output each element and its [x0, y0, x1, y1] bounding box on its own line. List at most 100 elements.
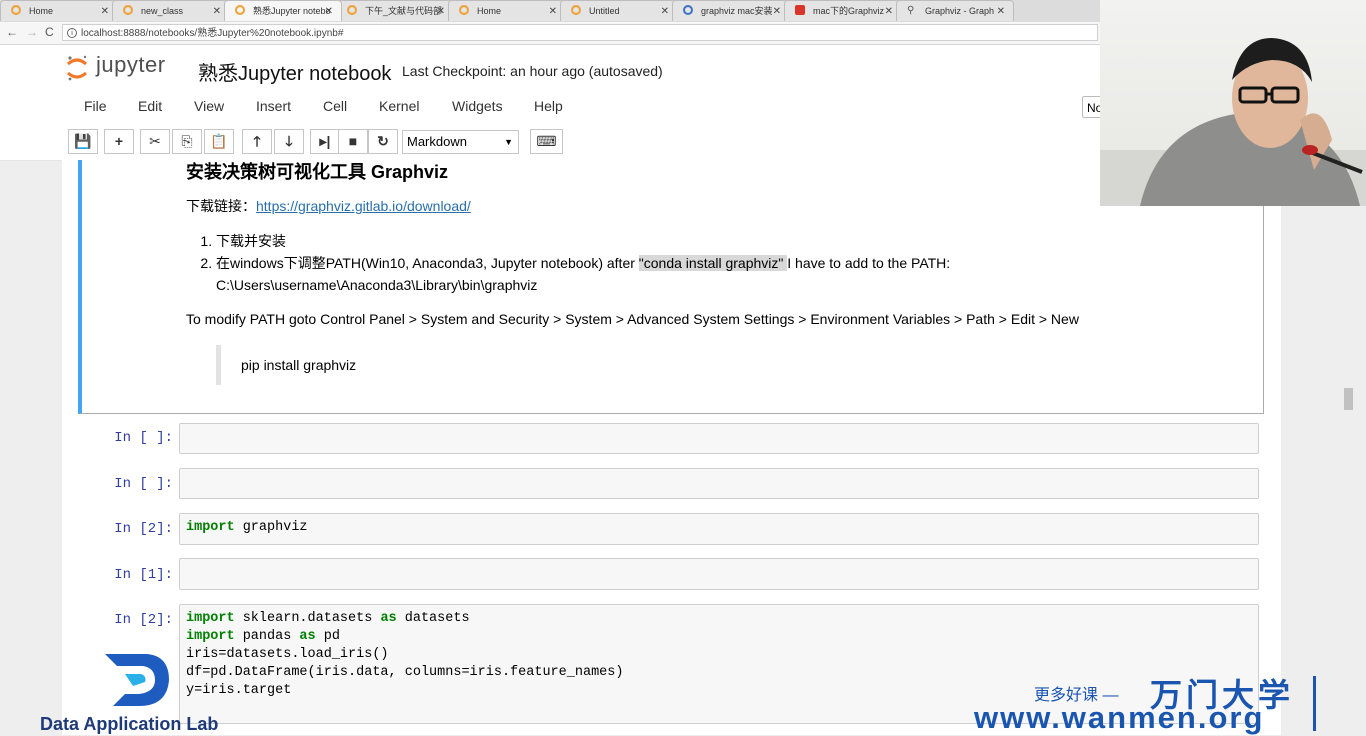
- run-icon[interactable]: ▸|: [310, 129, 340, 154]
- close-icon[interactable]: ✕: [773, 1, 781, 21]
- tab-title: 下午_文献与代码部: [365, 6, 443, 16]
- menu-file[interactable]: File: [84, 98, 107, 114]
- browser-tab[interactable]: ⚲ Graphviz - Graph ✕: [896, 0, 1014, 21]
- tab-title: Untitled: [589, 6, 620, 16]
- tab-title: Home: [29, 6, 54, 16]
- browser-tab[interactable]: Home ✕: [0, 0, 118, 21]
- cut-icon[interactable]: ✂: [140, 129, 170, 154]
- browser-tab[interactable]: 下午_文献与代码部 ✕: [336, 0, 454, 21]
- forward-icon[interactable]: →: [26, 25, 38, 39]
- code-cell-input[interactable]: import graphviz: [179, 513, 1259, 545]
- download-link[interactable]: https://graphviz.gitlab.io/download/: [256, 198, 471, 214]
- markdown-heading: 安装决策树可视化工具 Graphviz: [186, 162, 449, 182]
- code-text: datasets: [396, 611, 470, 626]
- cell-prompt: In [ ]:: [114, 476, 173, 492]
- code-line: import graphviz: [180, 514, 1258, 542]
- reload-icon[interactable]: C: [45, 25, 54, 39]
- info-icon[interactable]: i: [67, 28, 77, 38]
- keyword: import: [186, 611, 235, 626]
- jupyter-icon: [571, 5, 581, 15]
- menu-widgets[interactable]: Widgets: [452, 98, 503, 114]
- data-application-lab-text: Data Application Lab: [40, 714, 219, 734]
- browser-tab[interactable]: graphviz mac安装 ✕: [672, 0, 790, 21]
- presenter-video: [1100, 38, 1366, 206]
- notebook-name[interactable]: 熟悉Jupyter notebook: [198, 57, 391, 86]
- paste-icon[interactable]: 📋: [204, 129, 234, 154]
- watermark-divider: [1313, 676, 1316, 731]
- tab-title: mac下的Graphviz: [813, 6, 885, 16]
- code-text: pd: [315, 629, 340, 644]
- markdown-cell[interactable]: 安装决策树可视化工具 Graphviz 下载链接：https://graphvi…: [78, 160, 1264, 414]
- menu-insert[interactable]: Insert: [256, 98, 291, 114]
- webcam-overlay: [1100, 0, 1366, 206]
- browser-tab-bar: Home ✕ new_class ✕ 熟悉Jupyter notebo ✕ 下午_文献与代码…: [0, 0, 1100, 23]
- stop-icon[interactable]: ■: [338, 129, 368, 154]
- install-steps-list: 下载并安装 在windows下调整PATH(Win10, Anaconda3, …: [186, 230, 950, 296]
- url-text: localhost:8888/notebooks/熟悉Jupyter%20not…: [81, 28, 344, 39]
- restart-icon[interactable]: ↻: [368, 129, 398, 154]
- code-cell-input[interactable]: [179, 423, 1259, 454]
- list-item-text: I have to add to the PATH:: [787, 255, 951, 271]
- keyword: as: [380, 611, 397, 626]
- cell-prompt: In [2]:: [114, 612, 173, 628]
- csdn-icon: [795, 5, 805, 15]
- browser-tab[interactable]: mac下的Graphviz ✕: [784, 0, 902, 21]
- menu-view[interactable]: View: [194, 98, 224, 114]
- tab-title: new_class: [141, 6, 184, 16]
- close-icon[interactable]: ✕: [549, 1, 557, 21]
- jupyter-icon: [11, 5, 21, 15]
- move-down-icon[interactable]: 🡓: [274, 129, 304, 154]
- notebook-toolbar: 💾 + ✂ ⎘ 📋 🡑 🡓 ▸| ■ ↻ Markdown ▼ ⌨: [0, 123, 1100, 161]
- code-text: iris=datasets.load_iris(): [186, 647, 389, 662]
- code-text: df=pd.DataFrame(iris.data, columns=iris.…: [186, 665, 624, 680]
- code-text: graphviz: [234, 520, 308, 535]
- copy-icon[interactable]: ⎘: [172, 129, 202, 154]
- browser-tab[interactable]: Home ✕: [448, 0, 566, 21]
- close-icon[interactable]: ✕: [885, 1, 893, 21]
- code-text: sklearn.datasets: [234, 611, 381, 626]
- cell-prompt: In [ ]:: [114, 430, 173, 446]
- code-cell-input[interactable]: [179, 558, 1259, 590]
- code-text: pandas: [234, 629, 300, 644]
- close-icon[interactable]: ✕: [661, 1, 669, 21]
- keyword: as: [299, 629, 316, 644]
- list-item: 下载并安装: [216, 230, 950, 252]
- menu-cell[interactable]: Cell: [323, 98, 347, 114]
- menu-kernel[interactable]: Kernel: [379, 98, 419, 114]
- highlighted-text: "conda install graphviz": [638, 255, 788, 271]
- close-icon[interactable]: ✕: [213, 1, 221, 21]
- keyboard-icon[interactable]: ⌨: [530, 129, 563, 154]
- close-icon[interactable]: ✕: [437, 1, 445, 21]
- menu-edit[interactable]: Edit: [138, 98, 162, 114]
- url-field[interactable]: i localhost:8888/notebooks/熟悉Jupyter%20n…: [62, 24, 1098, 41]
- cell-prompt: In [2]:: [114, 521, 173, 537]
- jupyter-brand[interactable]: jupyter: [96, 52, 166, 78]
- cell-prompt: In [1]:: [114, 567, 173, 583]
- code-cell-input[interactable]: [179, 468, 1259, 499]
- wanmen-url: www.wanmen.org: [974, 700, 1265, 735]
- back-icon[interactable]: ←: [6, 25, 18, 39]
- tab-title: Home: [477, 6, 502, 16]
- tab-title: Graphviz - Graph: [925, 6, 995, 16]
- browser-tab[interactable]: 熟悉Jupyter notebo ✕: [224, 0, 342, 21]
- add-cell-icon[interactable]: +: [104, 129, 134, 154]
- code-text: y=iris.target: [186, 683, 292, 698]
- modify-path-text: To modify PATH goto Control Panel > Syst…: [186, 311, 1079, 327]
- close-icon[interactable]: ✕: [997, 1, 1005, 21]
- jupyter-icon: [123, 5, 133, 15]
- close-icon[interactable]: ✕: [325, 1, 333, 21]
- cell-type-select[interactable]: Markdown ▼: [402, 130, 519, 154]
- browser-tab[interactable]: Untitled ✕: [560, 0, 678, 21]
- menu-help[interactable]: Help: [534, 98, 563, 114]
- list-item: 在windows下调整PATH(Win10, Anaconda3, Jupyte…: [216, 252, 950, 296]
- address-bar-row: ← → C i localhost:8888/notebooks/熟悉Jupyt…: [0, 22, 1100, 45]
- close-icon[interactable]: ✕: [101, 1, 109, 21]
- browser-tab[interactable]: new_class ✕: [112, 0, 230, 21]
- jupyter-icon: [459, 5, 469, 15]
- data-application-lab-logo: [105, 654, 169, 706]
- move-up-icon[interactable]: 🡑: [242, 129, 272, 154]
- blockquote: pip install graphviz: [216, 345, 356, 385]
- jupyter-logo-icon[interactable]: [66, 54, 88, 82]
- save-icon[interactable]: 💾: [68, 129, 98, 154]
- scrollbar-thumb[interactable]: [1344, 388, 1353, 410]
